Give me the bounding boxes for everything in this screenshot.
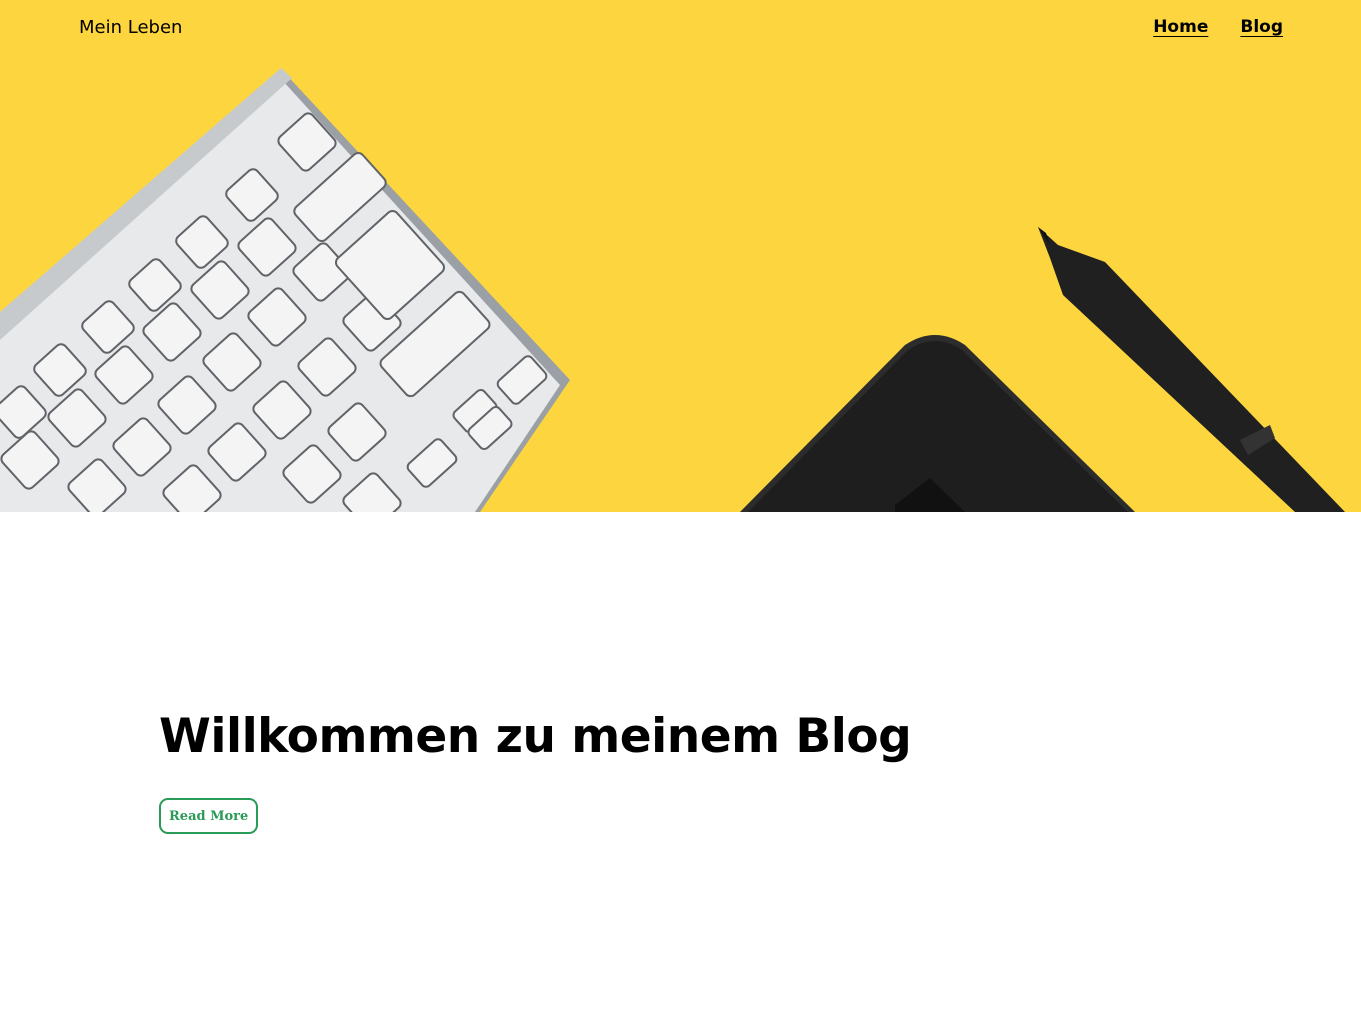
page-title: Willkommen zu meinem Blog: [159, 709, 912, 764]
keyboard-illustration: [0, 68, 570, 512]
read-more-button[interactable]: Read More: [159, 798, 259, 834]
hero-banner: Mein Leben Home Blog: [0, 0, 1361, 512]
nav-link-home[interactable]: Home: [1153, 17, 1208, 37]
site-header: Mein Leben Home Blog: [0, 0, 1361, 56]
main-content: Willkommen zu meinem Blog Read More: [159, 706, 912, 834]
tablet-illustration: [740, 335, 1135, 512]
main-nav: Home Blog: [1153, 17, 1283, 37]
site-brand-link[interactable]: Mein Leben: [79, 17, 182, 38]
nav-link-blog[interactable]: Blog: [1240, 17, 1283, 37]
hero-image: [0, 68, 1345, 512]
